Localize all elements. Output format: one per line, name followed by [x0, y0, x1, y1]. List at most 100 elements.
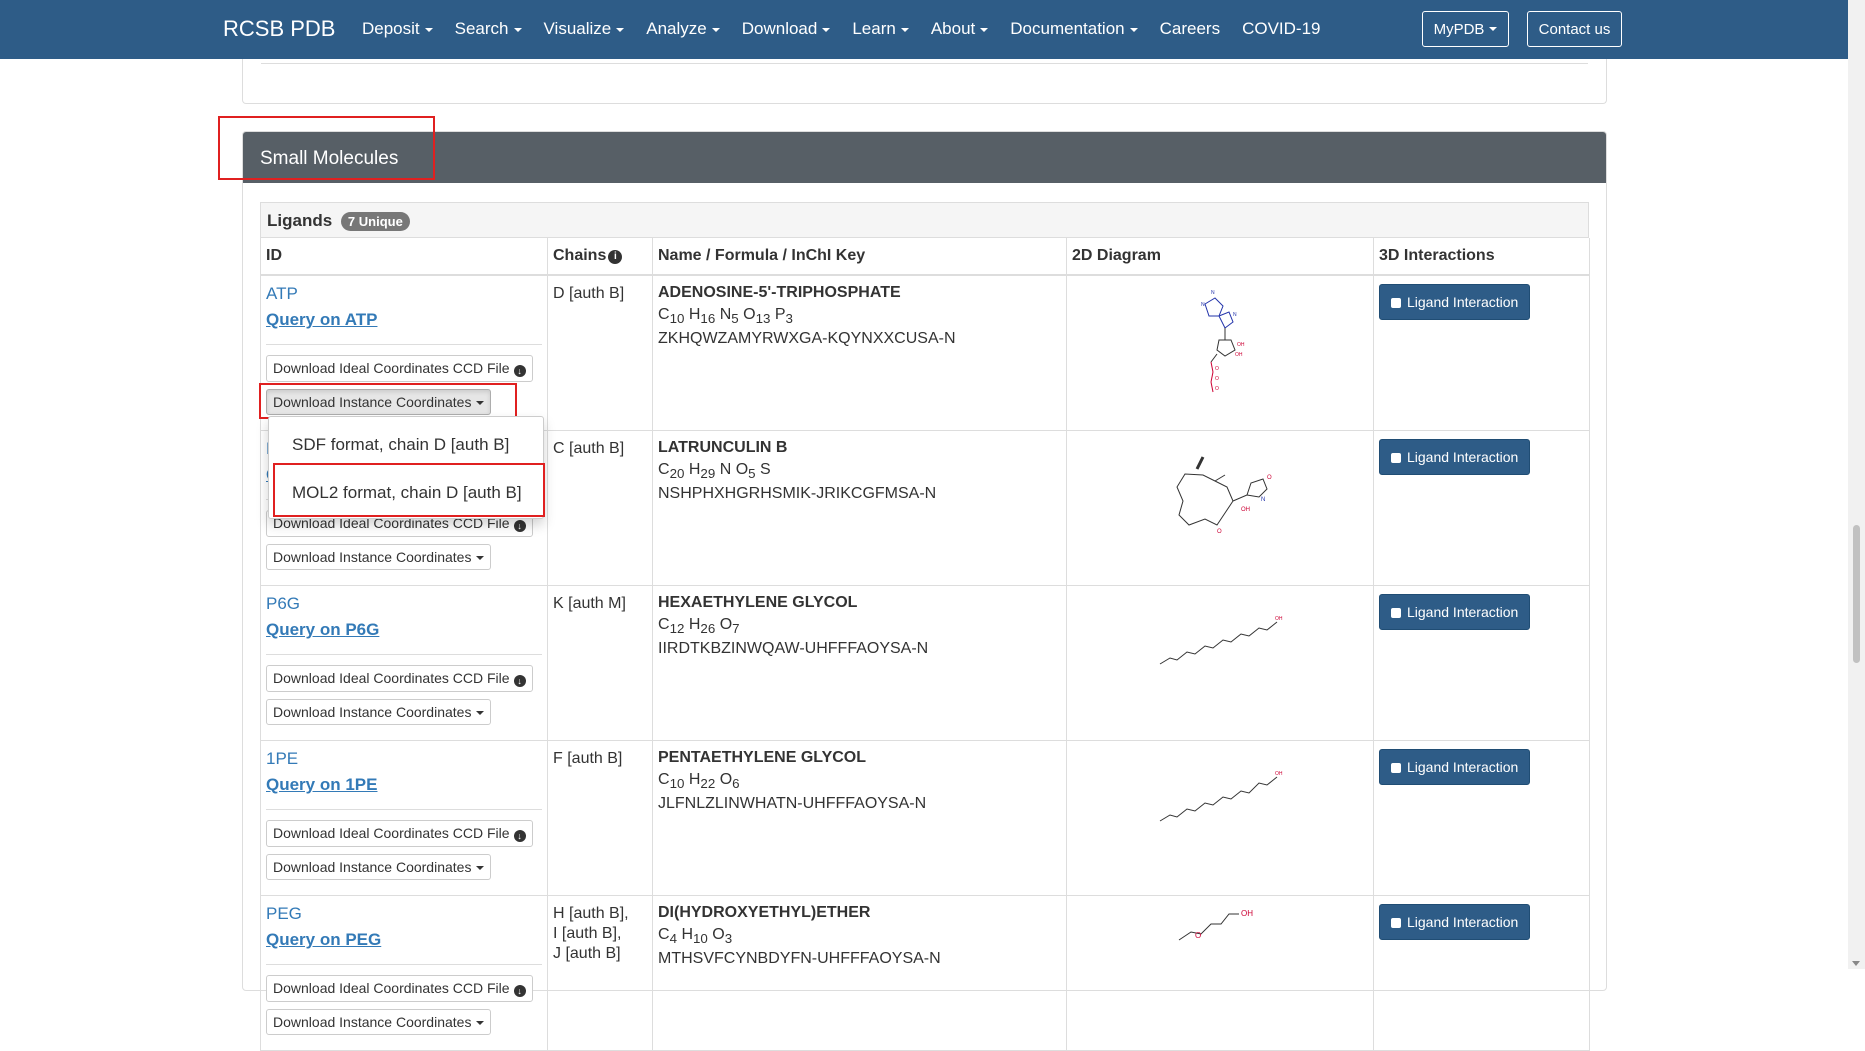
ligand-2d-diagram: O OH O N: [1072, 439, 1368, 543]
nav-item-search[interactable]: Search: [455, 19, 522, 39]
nav-item-label: Download: [741, 19, 818, 38]
query-ligand-link[interactable]: Query on ATP: [266, 310, 542, 330]
formula-element: C: [658, 461, 670, 478]
nav-item-label: COVID-19: [1242, 19, 1321, 38]
nav-item-label: Analyze: [646, 19, 707, 38]
nav-item-download[interactable]: Download: [742, 19, 831, 39]
name-cell: PENTAETHYLENE GLYCOL C10 H22 O6 JLFNLZLIN…: [652, 740, 1067, 896]
ligand-id-cell: ATP Query on ATP Download Ideal Coordinate…: [260, 274, 548, 431]
query-ligand-link[interactable]: Query on PEG: [266, 930, 542, 950]
download-ideal-label: Download Ideal Coordinates CCD File: [273, 360, 510, 376]
download-instance-coordinates-button[interactable]: Download Instance Coordinates: [266, 1009, 492, 1035]
download-ideal-coordinates-button[interactable]: Download Ideal Coordinates CCD File ↓: [266, 820, 533, 847]
nav-item-analyze[interactable]: Analyze: [646, 19, 720, 39]
nav-item-visualize[interactable]: Visualize: [544, 19, 625, 39]
formula-count: 13: [755, 311, 771, 327]
chains-value: C [auth B]: [553, 440, 625, 457]
nav-item-learn[interactable]: Learn: [852, 19, 909, 39]
ligand-formula: C10 H16 N5 O13 P3: [658, 306, 1061, 326]
formula-element: C: [658, 616, 670, 633]
query-ligand-link[interactable]: Query on P6G: [266, 620, 542, 640]
download-instance-coordinates-button[interactable]: Download Instance Coordinates: [266, 699, 492, 725]
ligand-name: PENTAETHYLENE GLYCOL: [658, 749, 867, 766]
contact-us-button[interactable]: Contact us: [1527, 11, 1622, 47]
chevron-down-icon: [900, 27, 909, 32]
top-navbar: RCSB PDB Deposit Search Visualize Analyze Do…: [0, 0, 1848, 59]
page-scrollbar[interactable]: [1848, 0, 1865, 969]
ligand-interaction-button[interactable]: Ligand Interaction: [1379, 594, 1531, 630]
cube-icon: [1391, 763, 1401, 773]
download-instance-coordinates-button[interactable]: Download Instance Coordinates: [266, 389, 492, 415]
ligand-interaction-button[interactable]: Ligand Interaction: [1379, 439, 1531, 475]
chains-cell: F [auth B]: [547, 740, 653, 896]
chevron-down-icon: [1489, 27, 1498, 31]
download-instance-label: Download Instance Coordinates: [273, 1014, 472, 1030]
formula-count: 5: [748, 466, 756, 482]
download-instance-coordinates-button[interactable]: Download Instance Coordinates: [266, 854, 492, 880]
formula-element: H: [688, 771, 701, 788]
col-diagram: 2D Diagram: [1066, 238, 1374, 276]
nav-item-label: Search: [454, 19, 509, 38]
dropdown-item-mol2[interactable]: MOL2 format, chain D [auth B]: [292, 483, 522, 503]
brand-logo[interactable]: RCSB PDB: [223, 16, 335, 42]
chains-value: K [auth M]: [553, 595, 626, 612]
svg-text:O: O: [1215, 366, 1219, 372]
scrollbar-thumb[interactable]: [1853, 525, 1860, 663]
ligand-formula: C10 H22 O6: [658, 771, 1061, 791]
download-ideal-coordinates-button[interactable]: Download Ideal Coordinates CCD File ↓: [266, 665, 533, 692]
nav-item-careers[interactable]: Careers: [1160, 19, 1220, 39]
ligand-interaction-button[interactable]: Ligand Interaction: [1379, 284, 1531, 320]
nav-item-deposit[interactable]: Deposit: [362, 19, 433, 39]
formula-count: 4: [669, 931, 677, 947]
download-instance-label: Download Instance Coordinates: [273, 549, 472, 565]
formula-element: O: [735, 461, 749, 478]
ligand-2d-diagram: OH: [1072, 594, 1368, 674]
formula-count: 3: [724, 931, 733, 947]
diagram-cell: OH: [1066, 585, 1374, 741]
download-instance-coordinates-button[interactable]: Download Instance Coordinates: [266, 544, 492, 570]
nav-item-covid-19[interactable]: COVID-19: [1242, 19, 1320, 39]
chains-cell: C [auth B]: [547, 430, 653, 586]
download-ideal-coordinates-button[interactable]: Download Ideal Coordinates CCD File ↓: [266, 975, 533, 1002]
col-id: ID: [260, 238, 548, 276]
formula-count: 10: [693, 931, 708, 947]
formula-count: 5: [731, 311, 739, 327]
ligand-id-link[interactable]: ATP: [266, 284, 542, 304]
nav-item-documentation[interactable]: Documentation: [1010, 19, 1138, 39]
formula-element: C: [658, 926, 670, 943]
ligand-id-cell: P6G Query on P6G Download Ideal Coordinate…: [260, 585, 548, 741]
chevron-down-icon: [711, 27, 720, 32]
name-cell: ADENOSINE-5'-TRIPHOSPHATE C10 H16 N5 O13 …: [652, 274, 1067, 431]
diagram-cell: O OH O N: [1066, 430, 1374, 586]
formula-count: 7: [732, 621, 740, 637]
name-cell: LATRUNCULIN B C20 H29 N O5 S NSHPHXHGRHSM…: [652, 430, 1067, 586]
info-icon[interactable]: i: [608, 250, 623, 264]
ligand-interaction-button[interactable]: Ligand Interaction: [1379, 749, 1531, 785]
download-ideal-coordinates-button[interactable]: Download Ideal Coordinates CCD File ↓: [266, 355, 533, 382]
scroll-down-arrow-icon[interactable]: [1852, 961, 1860, 966]
ligand-id-link[interactable]: P6G: [266, 594, 542, 614]
download-ideal-label: Download Ideal Coordinates CCD File: [273, 825, 510, 841]
nav-item-about[interactable]: About: [931, 19, 989, 39]
ligand-id-link[interactable]: 1PE: [266, 749, 542, 769]
ligand-row: 1PE Query on 1PE Download Ideal Coordinate…: [260, 740, 1590, 896]
dropdown-item-sdf[interactable]: SDF format, chain D [auth B]: [292, 435, 509, 455]
mypdb-button[interactable]: MyPDB: [1422, 11, 1509, 47]
contact-us-label: Contact us: [1538, 20, 1611, 38]
svg-text:N: N: [1201, 302, 1205, 308]
divider: [266, 809, 542, 810]
formula-element: H: [688, 616, 701, 633]
ligand-id-link[interactable]: PEG: [266, 904, 542, 924]
chains-value: H [auth B], I [auth B], J [auth B]: [553, 905, 629, 962]
formula-element: H: [681, 926, 693, 943]
svg-text:O: O: [1215, 386, 1219, 392]
formula-element: C: [658, 306, 670, 323]
ligand-id-cell: PEG Query on PEG Download Ideal Coordinate…: [260, 895, 548, 1051]
col-chains-label: Chains: [553, 247, 607, 264]
ligand-interaction-button[interactable]: Ligand Interaction: [1379, 904, 1531, 940]
chains-value: F [auth B]: [553, 750, 623, 767]
query-ligand-link[interactable]: Query on 1PE: [266, 775, 542, 795]
formula-element: P: [774, 306, 786, 323]
formula-count: 26: [700, 621, 716, 637]
formula-element: H: [688, 306, 701, 323]
